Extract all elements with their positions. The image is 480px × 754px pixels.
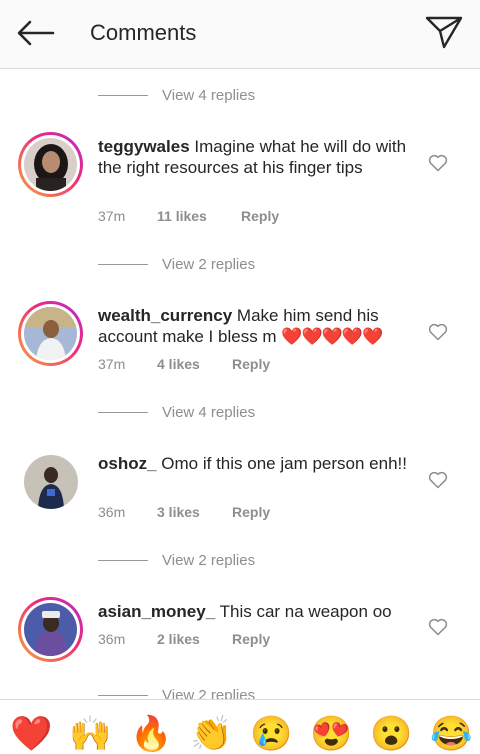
top-bar: Comments [0,0,480,69]
view-replies-link[interactable]: View 2 replies [98,254,255,274]
profile-photo [24,307,77,360]
comment-likes[interactable]: 11 likes [157,208,241,224]
view-replies-label: View 4 replies [162,403,256,421]
comment-text: asian_money_ This car na weapon oo [98,601,408,622]
divider-line [98,263,148,265]
reply-button[interactable]: Reply [232,356,270,372]
avatar[interactable] [24,455,78,509]
comment-likes[interactable]: 2 likes [157,631,232,647]
crying-face-emoji-icon[interactable]: 😢 [250,714,292,754]
view-replies-label: View 2 replies [162,255,256,273]
comment-username[interactable]: teggywales [98,137,190,156]
profile-photo [24,455,78,509]
comment-time: 36m [98,504,126,520]
avatar[interactable] [18,597,83,662]
comment-likes[interactable]: 4 likes [157,356,232,372]
view-replies-link[interactable]: View 4 replies [98,402,255,422]
heart-outline-icon[interactable] [428,618,448,636]
arrow-left-icon[interactable] [16,18,56,48]
comment-meta: 37m 4 likes Reply [98,356,270,372]
emoji-reaction-bar: ❤️ 🙌 🔥 👏 😢 😍 😮 😂 [0,699,480,754]
comment-time: 36m [98,631,126,647]
raising-hands-emoji-icon[interactable]: 🙌 [69,714,111,754]
comment-meta: 36m 3 likes Reply [98,504,270,520]
fire-emoji-icon[interactable]: 🔥 [130,714,172,754]
paper-plane-icon[interactable] [424,14,464,50]
comment-text: teggywales Imagine what he will do with … [98,136,408,178]
profile-photo [24,603,77,656]
red-heart-emoji-icon[interactable]: ❤️ [10,714,52,754]
view-replies-link[interactable]: View 4 replies [98,85,255,105]
comment-username[interactable]: asian_money_ [98,602,215,621]
astonished-face-emoji-icon[interactable]: 😮 [370,714,412,754]
comment-username[interactable]: wealth_currency [98,306,232,325]
comment-body: Omo if this one jam person enh!! [161,454,407,473]
comment-time: 37m [98,356,126,372]
view-replies-link[interactable]: View 2 replies [98,550,255,570]
divider-line [98,94,148,96]
comment-likes[interactable]: 3 likes [157,504,232,520]
comment-username[interactable]: oshoz_ [98,454,157,473]
heart-outline-icon[interactable] [428,154,448,172]
divider-line [98,411,148,413]
comment-meta: 37m 11 likes Reply [98,208,279,224]
page-title: Comments [90,20,197,45]
avatar[interactable] [18,301,83,366]
clapping-hands-emoji-icon[interactable]: 👏 [190,714,232,754]
reply-button[interactable]: Reply [232,504,270,520]
tears-of-joy-emoji-icon[interactable]: 😂 [430,714,472,754]
heart-outline-icon[interactable] [428,471,448,489]
heart-outline-icon[interactable] [428,323,448,341]
view-replies-label: View 2 replies [162,551,256,569]
comment-text: oshoz_ Omo if this one jam person enh!! [98,453,408,474]
comment-body: This car na weapon oo [219,602,392,621]
heart-eyes-emoji-icon[interactable]: 😍 [310,714,352,754]
reply-button[interactable]: Reply [241,208,279,224]
divider-line [98,694,148,696]
heart-emojis: ❤️❤️❤️❤️❤️ [281,327,383,346]
divider-line [98,559,148,561]
comment-time: 37m [98,208,126,224]
comment-text: wealth_currency Make him send his accoun… [98,305,408,347]
reply-button[interactable]: Reply [232,631,270,647]
profile-photo [24,138,77,191]
comment-meta: 36m 2 likes Reply [98,631,270,647]
avatar[interactable] [18,132,83,197]
view-replies-label: View 4 replies [162,86,256,104]
